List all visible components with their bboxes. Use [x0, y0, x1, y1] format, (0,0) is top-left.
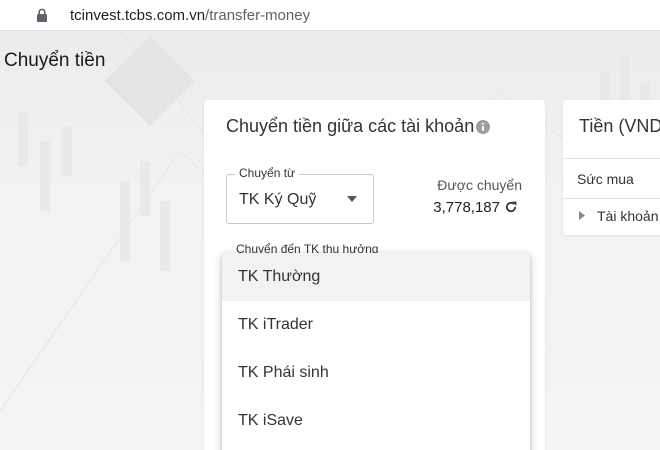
caret-down-icon — [347, 196, 357, 202]
page-title: Chuyển tiền — [4, 50, 106, 71]
menu-item-tk-isave[interactable]: TK iSave — [222, 397, 530, 445]
url-path: /transfer-money — [205, 7, 311, 24]
available-label: Được chuyển — [437, 177, 522, 193]
triangle-right-icon[interactable] — [579, 211, 585, 220]
lock-icon[interactable] — [36, 8, 48, 22]
menu-item-tk-phai-sinh[interactable]: TK Phái sinh — [222, 349, 530, 397]
from-account-value: TK Ký Quỹ — [239, 191, 317, 208]
available-value: 3,778,187 — [433, 199, 500, 216]
refresh-icon[interactable] — [504, 200, 518, 214]
cash-card: Tiền (VND Sức mua Tài khoản — [563, 100, 660, 235]
info-icon[interactable] — [476, 120, 490, 134]
account-expand-row[interactable]: Tài khoản — [597, 208, 658, 224]
address-bar[interactable]: tcinvest.tcbs.com.vn/transfer-money — [0, 0, 660, 31]
url-host: tcinvest.tcbs.com.vn — [70, 7, 206, 24]
from-account-label: Chuyển từ — [235, 166, 300, 180]
menu-item-tk-thuong[interactable]: TK Thường — [222, 253, 530, 301]
to-account-dropdown-menu: TK Thường TK iTrader TK Phái sinh TK iSa… — [222, 253, 530, 450]
purchasing-power-label: Sức mua — [577, 171, 634, 187]
url-text[interactable]: tcinvest.tcbs.com.vn/transfer-money — [70, 7, 310, 24]
cash-card-title: Tiền (VND — [579, 116, 660, 136]
divider — [563, 198, 660, 199]
transfer-card-title: Chuyển tiền giữa các tài khoản — [226, 116, 475, 136]
menu-item-tk-itrader[interactable]: TK iTrader — [222, 301, 530, 349]
from-account-select[interactable]: Chuyển từ TK Ký Quỹ — [226, 166, 374, 224]
divider — [563, 158, 660, 159]
